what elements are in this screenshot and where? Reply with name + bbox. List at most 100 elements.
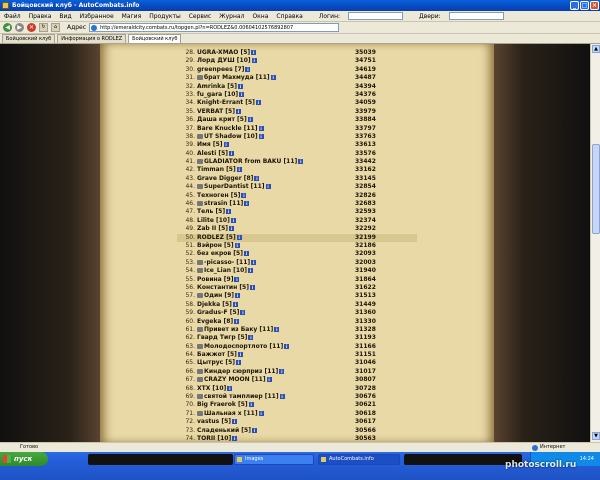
player-info-icon[interactable]: i (235, 360, 241, 366)
minimize-icon[interactable]: _ (570, 1, 579, 10)
home-icon[interactable]: ⌂ (51, 23, 60, 32)
player-nick[interactable]: Вэйрон [5] i (197, 242, 240, 250)
close-icon[interactable]: × (590, 1, 599, 10)
player-nick[interactable]: Гвард Тигр [5] i (197, 334, 254, 342)
player-info-icon[interactable]: i (251, 427, 257, 433)
refresh-icon[interactable]: ↻ (39, 23, 48, 32)
scroll-up-icon[interactable]: ▲ (592, 45, 600, 53)
start-button[interactable]: пуск (0, 452, 48, 466)
player-info-icon[interactable]: i (240, 310, 246, 316)
player-nick[interactable]: Техноген [5] i (197, 192, 247, 200)
player-nick[interactable]: TORII [10] i (197, 435, 238, 442)
tab-fight-club-active[interactable]: Бойцовский клуб (128, 34, 182, 43)
player-nick[interactable]: RODLEZ [5] i (197, 234, 242, 242)
player-info-icon[interactable]: i (245, 66, 251, 72)
player-info-icon[interactable]: i (232, 301, 238, 307)
vertical-scrollbar[interactable]: ▲ ▼ (590, 44, 600, 442)
player-nick[interactable]: UGRA-XMAO [5] i (197, 49, 257, 57)
player-info-icon[interactable]: i (244, 201, 250, 207)
player-nick[interactable]: Киндер сюрприз [11] i (197, 368, 285, 376)
login-input[interactable] (348, 12, 404, 20)
doors-select[interactable] (448, 12, 504, 20)
menu-edit[interactable]: Правка (29, 13, 52, 20)
player-nick[interactable]: Тель [5] i (197, 208, 232, 216)
player-info-icon[interactable]: i (232, 419, 237, 425)
player-info-icon[interactable]: i (279, 368, 285, 374)
player-nick[interactable]: Ice_Lian [10] i (197, 267, 253, 275)
player-nick[interactable]: fu_gara [10] i (197, 91, 245, 99)
player-info-icon[interactable]: i (251, 259, 257, 265)
player-nick[interactable]: Zab II [5] i (197, 225, 234, 233)
player-info-icon[interactable]: i (234, 242, 240, 248)
player-info-icon[interactable]: i (298, 159, 304, 165)
player-info-icon[interactable]: i (284, 343, 290, 349)
task-images[interactable]: Images (234, 454, 314, 465)
forward-icon[interactable]: ▶ (15, 23, 24, 32)
player-nick[interactable]: Бажжот [5] i (197, 351, 243, 359)
player-nick[interactable]: Alesti [5] i (197, 150, 235, 158)
player-info-icon[interactable]: i (248, 402, 254, 408)
task-autocombats[interactable]: AutoCombats.info (318, 454, 400, 465)
player-nick[interactable]: vastus [5] i (197, 418, 237, 426)
menu-service[interactable]: Сервис (189, 13, 211, 20)
player-info-icon[interactable]: i (266, 377, 272, 383)
player-nick[interactable]: Шальная х [11] i (197, 410, 264, 418)
player-info-icon[interactable]: i (279, 394, 285, 400)
player-nick[interactable]: Grave Digger [8] i (197, 175, 260, 183)
player-info-icon[interactable]: i (236, 167, 242, 173)
player-info-icon[interactable]: i (239, 91, 245, 97)
menu-favorites[interactable]: Избранное (80, 13, 114, 20)
player-info-icon[interactable]: i (241, 192, 247, 198)
player-info-icon[interactable]: i (247, 268, 253, 274)
player-nick[interactable]: greenpees [7] i (197, 66, 251, 74)
player-info-icon[interactable]: i (227, 385, 233, 391)
player-nick[interactable]: святой тамплиер [11] i (197, 393, 285, 401)
player-info-icon[interactable]: i (247, 117, 253, 123)
player-info-icon[interactable]: i (254, 175, 260, 181)
scroll-thumb[interactable] (592, 144, 600, 234)
player-nick[interactable]: Цытрус [5] i (197, 359, 241, 367)
player-nick[interactable]: SuperDantist [11] i (197, 183, 271, 191)
player-info-icon[interactable]: i (265, 184, 271, 190)
player-nick[interactable]: Bare Knuckle [11] i (197, 125, 264, 133)
player-info-icon[interactable]: i (229, 150, 235, 156)
menu-journal[interactable]: Журнал (219, 13, 244, 20)
player-nick[interactable]: Timman [5] i (197, 166, 242, 174)
player-info-icon[interactable]: i (226, 209, 232, 215)
player-info-icon[interactable]: i (258, 125, 264, 131)
player-info-icon[interactable]: i (248, 335, 254, 341)
player-nick[interactable]: брат Махмуда [11] i (197, 74, 276, 82)
player-nick[interactable]: Lilite [10] i (197, 217, 236, 225)
player-nick[interactable]: XTX [10] i (197, 385, 233, 393)
player-nick[interactable]: strasin [11] i (197, 200, 250, 208)
player-nick[interactable]: GLADIATOR from BAKU [11] i (197, 158, 304, 166)
player-nick[interactable]: Ровина [9] i (197, 276, 240, 284)
menu-magic[interactable]: Магия (122, 13, 142, 20)
player-info-icon[interactable]: i (243, 251, 249, 257)
player-nick[interactable]: Amrinka [5] i (197, 83, 243, 91)
player-nick[interactable]: Молодоспортлото [11] i (197, 343, 290, 351)
player-nick[interactable]: UT Shadow [10] i (197, 133, 264, 141)
player-info-icon[interactable]: i (232, 435, 238, 441)
player-info-icon[interactable]: i (274, 326, 280, 332)
player-info-icon[interactable]: i (223, 142, 229, 148)
player-nick[interactable]: Один [9] i (197, 292, 241, 300)
player-info-icon[interactable]: i (230, 217, 236, 223)
scroll-down-icon[interactable]: ▼ (592, 432, 600, 440)
menu-products[interactable]: Продукты (149, 13, 181, 20)
player-nick[interactable]: CRAZY MOON [11] i (197, 376, 272, 384)
back-icon[interactable]: ◀ (3, 23, 12, 32)
address-bar[interactable]: http://emeraldcity.combats.ru/topgen.pl?… (89, 23, 340, 32)
player-nick[interactable]: Лорд ДУШ [10] i (197, 57, 257, 65)
player-nick[interactable]: Big Fraerok [5] i (197, 401, 254, 409)
player-info-icon[interactable]: i (234, 276, 240, 282)
menu-file[interactable]: Файл (4, 13, 21, 20)
stop-icon[interactable]: ✕ (27, 23, 36, 32)
player-nick[interactable]: Gradus-F [5] i (197, 309, 246, 317)
player-info-icon[interactable]: i (237, 83, 243, 89)
tab-fight-club[interactable]: Бойцовский клуб (2, 34, 56, 43)
player-nick[interactable]: Имя [5] i (197, 141, 229, 149)
player-nick[interactable]: без екров [5] i (197, 250, 249, 258)
player-nick[interactable]: VERBAT [5] i (197, 108, 241, 116)
maximize-icon[interactable]: □ (580, 1, 589, 10)
